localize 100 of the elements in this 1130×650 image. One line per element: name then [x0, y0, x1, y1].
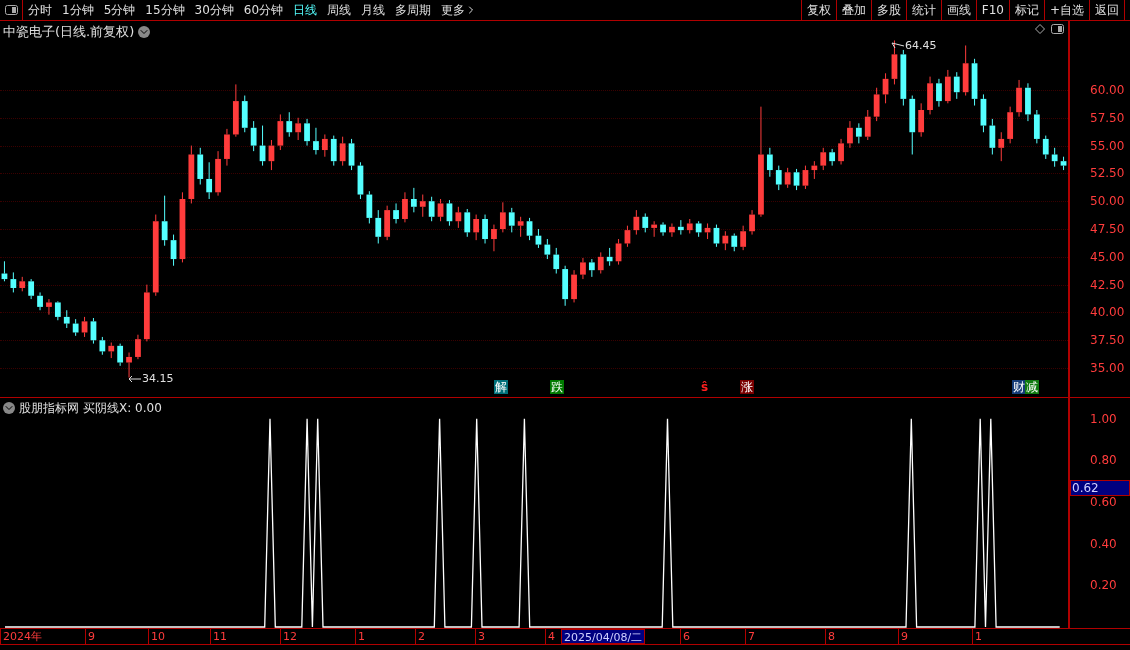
time-axis-label: 1	[972, 629, 984, 644]
period-tab[interactable]: 5分钟	[103, 1, 136, 19]
signal-marker: 涨	[740, 380, 754, 394]
time-axis-label: 4	[545, 629, 557, 644]
candlestick	[464, 208, 471, 238]
candlestick	[232, 83, 239, 138]
more-button[interactable]: 更多	[441, 1, 478, 19]
candlestick	[775, 165, 782, 191]
candlestick	[544, 238, 551, 260]
candlestick	[126, 352, 132, 379]
candlestick	[784, 167, 791, 189]
candlestick	[802, 165, 809, 190]
candlestick	[286, 111, 293, 138]
time-axis-label: 9	[85, 629, 97, 644]
candlestick	[54, 300, 61, 321]
diamond-icon[interactable]	[1035, 24, 1045, 34]
candlestick	[606, 247, 613, 267]
candlestick	[446, 199, 453, 227]
candlestick	[633, 209, 640, 236]
toolbar-button[interactable]: 统计	[906, 0, 942, 20]
high-price-label: 64.45	[905, 38, 937, 54]
candlestick	[357, 161, 364, 200]
period-tab[interactable]: 多周期	[395, 1, 432, 19]
candlestick	[330, 135, 337, 167]
candlestick	[1060, 156, 1067, 171]
period-tab[interactable]: 60分钟	[243, 1, 284, 19]
candlestick	[847, 120, 853, 149]
dropdown-icon[interactable]	[3, 402, 15, 414]
toolbar-button[interactable]: 叠加	[836, 0, 872, 20]
price-axis-label: 55.00	[1090, 138, 1125, 153]
candlestick	[491, 224, 497, 252]
candlestick	[980, 93, 987, 133]
candlestick	[90, 317, 97, 345]
period-tab[interactable]: 1分钟	[62, 1, 94, 19]
candlestick	[766, 147, 773, 178]
toolbar-button[interactable]: 复权	[801, 0, 837, 20]
period-tab[interactable]: 月线	[361, 1, 386, 19]
signal-marker: 减	[1025, 380, 1039, 394]
candlestick	[135, 334, 141, 360]
candlestick	[588, 258, 595, 278]
candlestick	[936, 78, 942, 108]
candlestick	[651, 220, 658, 238]
toolbar-button[interactable]: F10	[976, 0, 1010, 20]
period-tab[interactable]: 15分钟	[145, 1, 185, 19]
signal-marker: ŝ	[700, 380, 710, 394]
time-axis-label: 2024年	[0, 629, 44, 644]
candlestick	[873, 87, 880, 122]
candlestick	[1051, 147, 1058, 168]
candlestick	[99, 336, 106, 356]
time-axis-label: 2	[415, 629, 427, 644]
cursor-value-label: 0.62	[1070, 480, 1130, 496]
candlestick	[971, 58, 978, 107]
candlestick	[855, 122, 862, 144]
panel-toggle-icon[interactable]	[1051, 24, 1064, 34]
candlestick	[749, 209, 755, 236]
dropdown-icon[interactable]	[138, 25, 151, 38]
candlestick	[624, 225, 631, 248]
period-tab[interactable]: 周线	[327, 1, 352, 19]
candlestick	[953, 71, 960, 100]
panel-toggle-icon[interactable]	[4, 5, 18, 15]
indicator-axis-label: 0.60	[1090, 495, 1117, 510]
price-axis-label: 42.50	[1090, 277, 1125, 292]
candlestick	[402, 191, 408, 223]
toolbar-button[interactable]: 多股	[871, 0, 907, 20]
period-tab[interactable]: 日线	[293, 1, 318, 19]
candlestick	[259, 125, 266, 167]
low-price-label: 34.15	[142, 371, 174, 387]
toolbar-button[interactable]: +自选	[1044, 0, 1090, 20]
period-tab[interactable]: 分时	[28, 1, 52, 19]
candlestick	[10, 271, 17, 293]
signal-marker: 解	[494, 380, 508, 394]
candlestick	[989, 118, 996, 155]
price-axis-label: 37.50	[1090, 333, 1125, 348]
indicator-value: 买阴线X: 0.00	[83, 400, 162, 417]
indicator-axis-label: 0.80	[1090, 453, 1117, 468]
candlestick	[393, 202, 399, 224]
toolbar-button[interactable]: 返回	[1090, 0, 1125, 20]
price-axis-label: 52.50	[1090, 166, 1125, 181]
candlestick	[571, 269, 577, 303]
candlestick	[562, 265, 569, 307]
time-axis-label: 9	[898, 629, 910, 644]
candlestick	[526, 217, 533, 241]
candlestick	[580, 257, 586, 280]
candlestick	[927, 76, 933, 115]
indicator-title: 股朋指标网	[19, 400, 79, 417]
price-axis-label: 40.00	[1090, 305, 1125, 320]
candlestick	[900, 49, 907, 107]
candlestick	[63, 309, 70, 329]
candlestick	[695, 220, 702, 238]
candlestick	[295, 117, 302, 141]
candlestick	[384, 205, 391, 241]
candlestick	[348, 138, 355, 171]
period-tab[interactable]: 30分钟	[194, 1, 234, 19]
indicator-axis-label: 0.40	[1090, 536, 1117, 551]
arrow-icon	[128, 375, 142, 384]
toolbar-button[interactable]: 标记	[1009, 0, 1045, 20]
candlestick	[410, 187, 417, 213]
candlestick	[321, 133, 328, 158]
toolbar-button[interactable]: 画线	[941, 0, 977, 20]
candlestick	[437, 198, 444, 222]
